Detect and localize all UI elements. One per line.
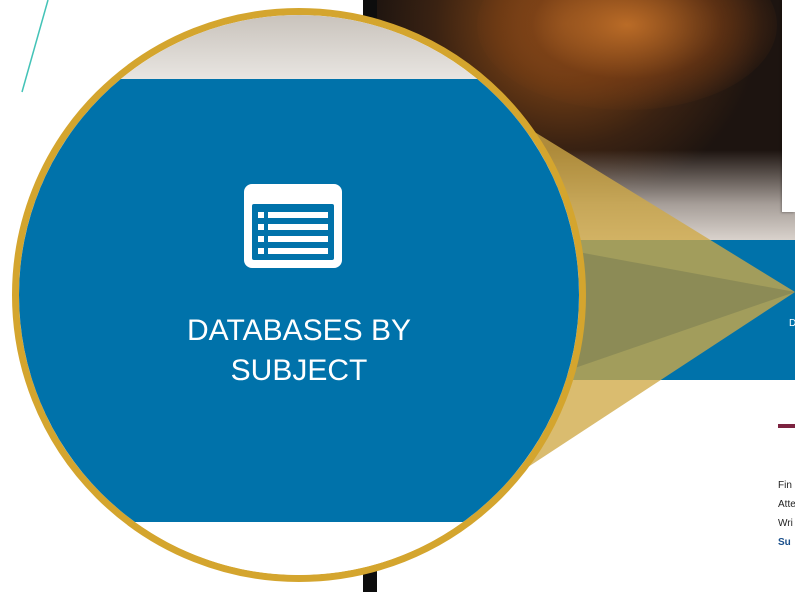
tile-bottom-background — [19, 522, 579, 575]
databases-by-subject-label: DATABASES BY SUBJECT — [187, 314, 411, 387]
magnified-tile: DATABASES BY SUBJECT — [12, 8, 586, 582]
databases-by-subject-tile[interactable]: DATABASES BY SUBJECT — [19, 79, 579, 522]
list-icon — [244, 184, 342, 268]
tile-top-background — [19, 15, 579, 79]
